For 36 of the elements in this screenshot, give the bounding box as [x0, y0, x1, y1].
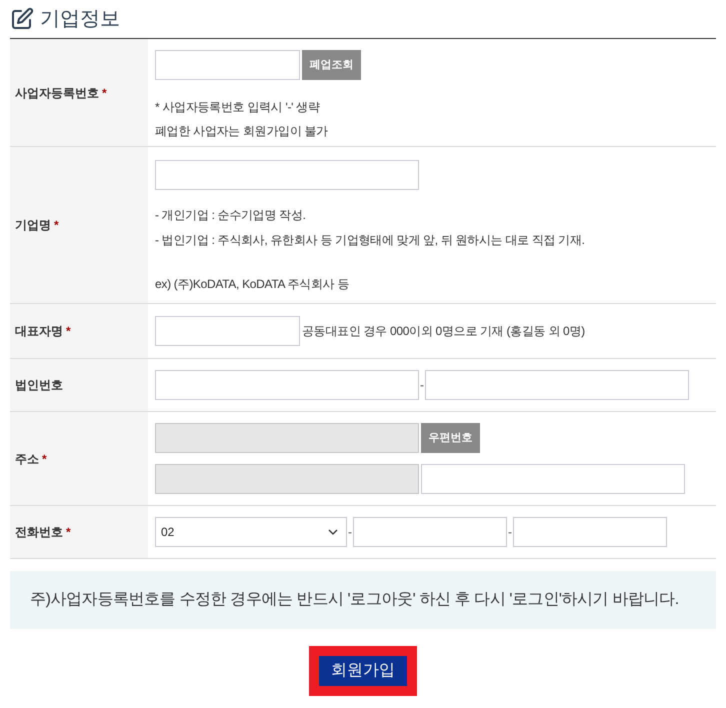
- input-field[interactable]: [155, 50, 300, 80]
- hint-text: ex) (주)KoDATA, KoDATA 주식회사 등: [155, 276, 350, 293]
- area-code-select[interactable]: 02: [155, 517, 347, 547]
- input-field[interactable]: [425, 370, 689, 400]
- input-field[interactable]: [155, 160, 419, 190]
- hint-text: 폐업한 사업자는 회원가입이 불가: [155, 123, 329, 140]
- field-label: 대표자명: [15, 323, 63, 340]
- chevron-down-icon: [328, 529, 338, 535]
- input-field[interactable]: [513, 517, 667, 547]
- required-mark: *: [66, 524, 71, 541]
- hint-text: - 개인기업 : 순수기업명 작성.: [155, 207, 307, 224]
- required-mark: *: [102, 84, 107, 102]
- postcode-button[interactable]: 우편번호: [421, 423, 480, 453]
- field-label: 주소: [15, 450, 39, 468]
- field-label: 전화번호: [15, 524, 63, 541]
- closure-check-button[interactable]: 폐업조회: [302, 50, 361, 80]
- edit-icon: [10, 7, 34, 31]
- input-field[interactable]: [421, 464, 685, 494]
- field-label: 사업자등록번호: [15, 84, 99, 102]
- required-mark: *: [42, 450, 47, 468]
- input-field[interactable]: [155, 316, 300, 346]
- section-title: 기업정보: [40, 7, 120, 32]
- field-label: 기업명: [15, 217, 51, 234]
- signup-button[interactable]: 회원가입: [319, 656, 407, 686]
- input-field[interactable]: [155, 370, 419, 400]
- input-field[interactable]: [353, 517, 507, 547]
- separator-text: -: [420, 377, 424, 394]
- field-label: 법인번호: [15, 377, 63, 394]
- hint-text: * 사업자등록번호 입력시 '-' 생략: [155, 99, 321, 116]
- hint-text: - 법인기업 : 주식회사, 유한회사 등 기업형태에 맞게 앞, 뒤 원하시는 대로 직접 기재.: [155, 232, 586, 249]
- notice-banner: 주)사업자등록번호를 수정한 경우에는 반드시 '로그아웃' 하신 후 다시 '로그인'하시기 바랍니다.: [10, 571, 716, 629]
- required-mark: *: [66, 323, 71, 340]
- separator-text: -: [348, 524, 352, 541]
- hint-text: 공동대표인 경우 000이외 0명으로 기재 (홍길동 외 0명): [302, 323, 585, 340]
- required-mark: *: [54, 217, 59, 234]
- separator-text: -: [508, 524, 512, 541]
